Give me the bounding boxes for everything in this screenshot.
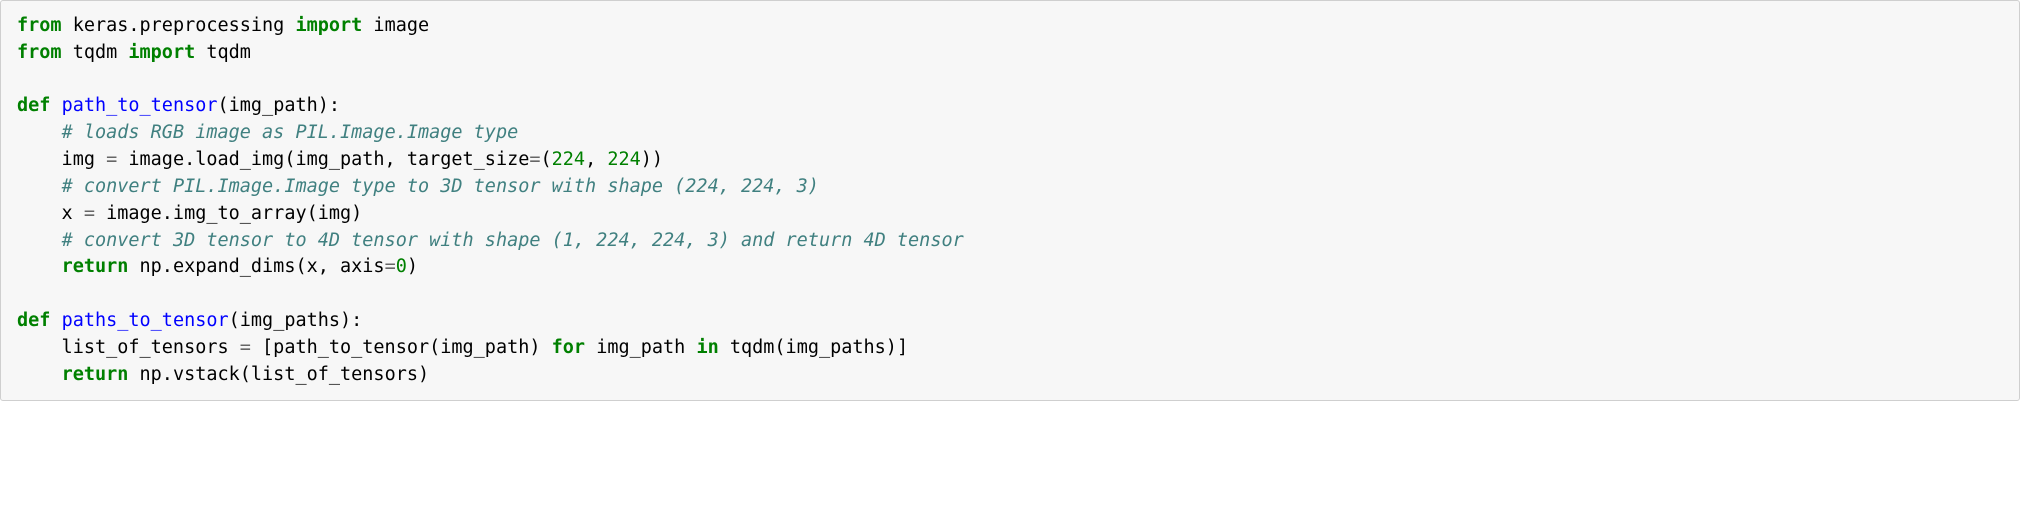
token-num: 0: [396, 256, 407, 277]
token-num: 224: [607, 149, 640, 170]
token-kw: import: [128, 42, 195, 63]
token-c1: # convert 3D tensor to 4D tensor with sh…: [62, 230, 964, 251]
token-kw: in: [696, 337, 718, 358]
token-op: =: [106, 149, 117, 170]
token-kw: return: [62, 256, 129, 277]
token-c1: # loads RGB image as PIL.Image.Image typ…: [62, 122, 519, 143]
token-op: =: [240, 337, 251, 358]
token-num: 224: [552, 149, 585, 170]
token-kw: return: [62, 364, 129, 385]
token-fn: paths_to_tensor: [62, 310, 229, 331]
token-kw: def: [17, 310, 50, 331]
code-block: from keras.preprocessing import image fr…: [0, 0, 2020, 401]
token-kw: from: [17, 42, 62, 63]
token-c1: # convert PIL.Image.Image type to 3D ten…: [62, 176, 819, 197]
token-fn: path_to_tensor: [62, 95, 218, 116]
token-kw: def: [17, 95, 50, 116]
token-op: =: [385, 256, 396, 277]
token-op: =: [84, 203, 95, 224]
token-kw: from: [17, 15, 62, 36]
code-content: from keras.preprocessing import image fr…: [17, 15, 964, 385]
token-op: =: [529, 149, 540, 170]
token-kw: import: [295, 15, 362, 36]
token-kw: for: [552, 337, 585, 358]
